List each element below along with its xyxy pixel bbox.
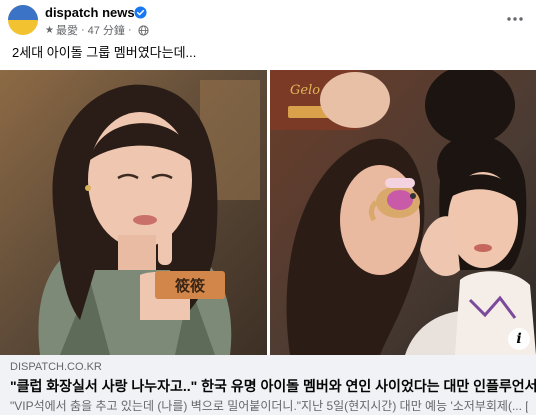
page-name-link[interactable]: dispatch news: [45, 5, 135, 20]
verified-badge-icon: [134, 6, 147, 19]
post-meta: ★ 最愛 · 47 分鐘 ·: [45, 23, 149, 37]
more-options-icon[interactable]: [506, 10, 524, 28]
post-header: dispatch news ★ 最愛 · 47 分鐘 ·: [0, 0, 536, 42]
show-logo: Gelo: [290, 83, 320, 98]
photo-left[interactable]: 筱筱: [0, 70, 267, 355]
post-timestamp[interactable]: 47 分鐘: [88, 22, 125, 38]
globe-icon: [138, 24, 149, 36]
photo-right[interactable]: Gelo: [270, 70, 536, 355]
post-caption: 2세대 아이돌 그룹 멤버였다는데...: [12, 45, 197, 60]
meta-separator-2: ·: [127, 24, 132, 36]
favorite-label: 最愛: [55, 25, 78, 37]
page-avatar[interactable]: [8, 5, 38, 35]
left-name-tag: 筱筱: [175, 277, 205, 295]
post-media[interactable]: 筱筱 Gelo i: [0, 70, 536, 355]
link-preview[interactable]: DISPATCH.CO.KR "클럽 화장실서 사랑 나누자고.." 한국 유명…: [0, 355, 536, 415]
link-domain: DISPATCH.CO.KR: [10, 361, 102, 373]
info-icon[interactable]: i: [508, 328, 530, 350]
meta-separator: ·: [80, 24, 85, 36]
star-icon: ★: [45, 24, 54, 36]
link-description: "VIP석에서 춤을 추고 있는데 (나를) 벽으로 밀어붙이더니."지난 5일…: [10, 399, 528, 413]
link-title[interactable]: "클럽 화장실서 사랑 나누자고.." 한국 유명 아이돌 멤버와 연인 사이었…: [10, 376, 536, 396]
